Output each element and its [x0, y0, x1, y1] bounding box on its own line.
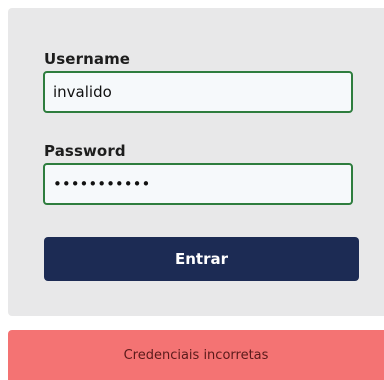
username-input[interactable] — [43, 71, 353, 113]
login-page: Username Password Entrar Credenciais inc… — [0, 0, 384, 380]
username-label: Username — [44, 50, 131, 68]
submit-button[interactable]: Entrar — [44, 237, 359, 281]
error-message: Credenciais incorretas — [123, 347, 269, 363]
password-input[interactable] — [43, 163, 353, 205]
error-banner: Credenciais incorretas — [8, 330, 384, 380]
password-label: Password — [44, 142, 126, 160]
login-form: Username Password Entrar — [8, 8, 384, 316]
